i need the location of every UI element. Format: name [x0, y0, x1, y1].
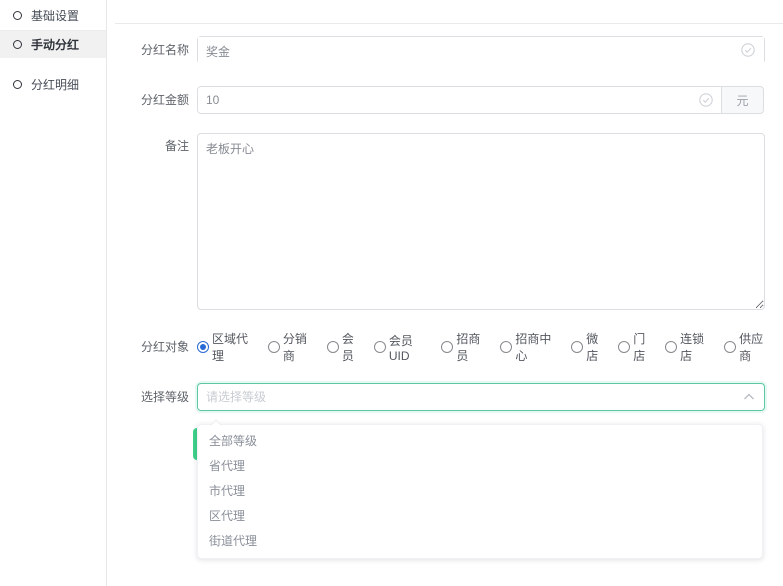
radio-label: 连锁店 — [680, 330, 716, 364]
radio-option-store[interactable]: 门店 — [618, 330, 657, 364]
dividend-name-label: 分红名称 — [101, 36, 189, 64]
radio-label: 供应商 — [739, 330, 775, 364]
sidebar-item-label: 分红明细 — [31, 76, 79, 93]
radio-circle-icon — [724, 341, 736, 353]
dropdown-option-district-agent[interactable]: 区代理 — [198, 504, 762, 529]
radio-option-member-uid[interactable]: 会员UID — [374, 332, 434, 363]
radio-label: 微店 — [586, 330, 610, 364]
radio-label: 招商中心 — [515, 330, 563, 364]
dividend-amount-input[interactable] — [197, 86, 722, 114]
sidebar: 基础设置 手动分红 分红明细 — [0, 0, 107, 586]
radio-label: 门店 — [633, 330, 657, 364]
radio-circle-icon — [500, 341, 512, 353]
level-select[interactable] — [197, 383, 765, 411]
dividend-name-input[interactable] — [198, 37, 764, 65]
radio-option-recruiter[interactable]: 招商员 — [441, 330, 492, 364]
radio-option-recruit-center[interactable]: 招商中心 — [500, 330, 563, 364]
dropdown-option-all-levels[interactable]: 全部等级 — [198, 429, 762, 454]
radio-circle-icon — [618, 341, 630, 353]
radio-option-supplier[interactable]: 供应商 — [724, 330, 775, 364]
dropdown-option-province-agent[interactable]: 省代理 — [198, 454, 762, 479]
radio-option-chain-store[interactable]: 连锁店 — [665, 330, 716, 364]
radio-label: 区域代理 — [212, 330, 260, 364]
radio-option-micro-shop[interactable]: 微店 — [571, 330, 610, 364]
circle-icon — [13, 11, 22, 20]
dividend-amount-label: 分红金额 — [101, 86, 189, 114]
dividend-amount-field: 元 — [197, 86, 764, 114]
radio-label: 分销商 — [283, 330, 319, 364]
radio-circle-icon — [327, 341, 339, 353]
dropdown-option-street-agent[interactable]: 街道代理 — [198, 529, 762, 554]
sidebar-item-dividend-detail[interactable]: 分红明细 — [0, 69, 106, 100]
level-select-input[interactable] — [198, 384, 764, 410]
dividend-target-label: 分红对象 — [101, 334, 189, 360]
radio-circle-icon — [374, 341, 386, 353]
sidebar-item-manual-dividend[interactable]: 手动分红 — [0, 31, 106, 58]
circle-icon — [13, 80, 22, 89]
radio-circle-icon — [268, 341, 280, 353]
sidebar-item-label: 基础设置 — [31, 7, 79, 24]
dividend-name-field — [197, 36, 765, 64]
sidebar-item-basic-settings[interactable]: 基础设置 — [0, 0, 106, 31]
remark-label: 备注 — [101, 134, 189, 158]
level-select-label: 选择等级 — [101, 383, 189, 411]
radio-option-distributor[interactable]: 分销商 — [268, 330, 319, 364]
unit-suffix: 元 — [721, 86, 764, 114]
radio-circle-icon — [197, 341, 209, 353]
radio-circle-icon — [571, 341, 583, 353]
dropdown-option-city-agent[interactable]: 市代理 — [198, 479, 762, 504]
content-top-divider — [115, 23, 783, 24]
radio-label: 招商员 — [456, 330, 492, 364]
remark-textarea[interactable]: 老板开心 — [197, 133, 765, 310]
radio-option-regional-agent[interactable]: 区域代理 — [197, 330, 260, 364]
dividend-target-radio-group: 区域代理 分销商 会员 会员UID 招商员 招商中心 微店 门店 连锁店 供应商 — [197, 334, 783, 360]
level-dropdown: 全部等级 省代理 市代理 区代理 街道代理 — [197, 424, 763, 559]
radio-label: 会员UID — [389, 332, 434, 363]
radio-label: 会员 — [342, 330, 366, 364]
radio-circle-icon — [665, 341, 677, 353]
circle-icon — [13, 40, 22, 49]
radio-circle-icon — [441, 341, 453, 353]
radio-option-member[interactable]: 会员 — [327, 330, 366, 364]
sidebar-item-label: 手动分红 — [31, 36, 79, 53]
